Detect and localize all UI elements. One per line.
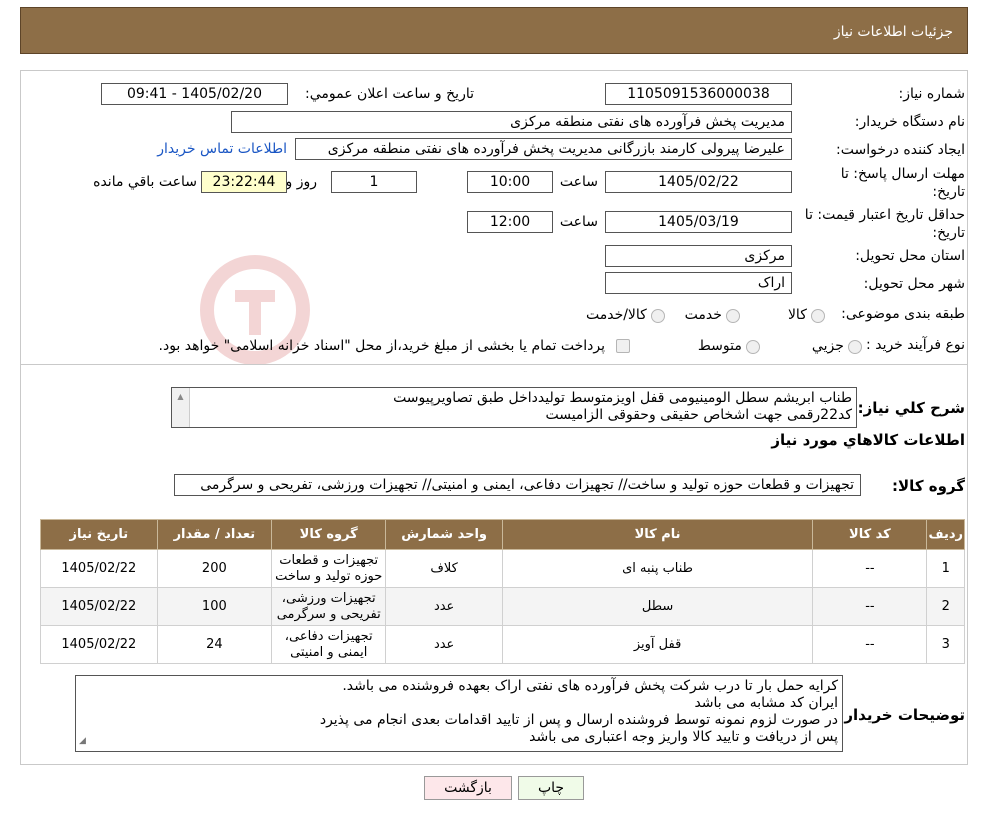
cell-row-number: 2 [926,587,965,626]
cell-need-date: 1405/02/22 [40,625,158,664]
cell-row-number: 1 [926,549,965,588]
print-button[interactable]: چاپ [518,776,584,800]
radio-icon[interactable] [811,308,825,323]
goods-group-label: گروه كالا: [892,477,965,495]
description-label: شرح كلي نياز: [857,399,965,417]
process-radio-medium[interactable]: متوسط [698,338,760,354]
resize-handle-icon[interactable]: ◢ [79,733,86,750]
remaining-label: ساعت باقي مانده [93,174,197,190]
column-header: نام كالا [501,519,814,550]
need-number-label: شماره نیاز: [898,86,966,102]
scrollbar[interactable]: ▲▼ [172,388,190,427]
back-button[interactable]: بازگشت [424,776,512,800]
cell-quantity: 24 [156,625,273,664]
description-textarea[interactable]: ▲▼ طناب ابريشم سطل الومينيومى قفل اويزمت… [171,387,857,428]
cell-group: تجهيزات ورزشى، تفريحى و سرگرمى [270,587,387,626]
deadline-date-field: 1405/02/22 [605,171,792,193]
table-header-row: رديف كد كالا نام كالا واحد شمارش گروه كا… [40,519,965,550]
radio-icon[interactable] [651,308,665,323]
cell-item-name: طناب پنبه اى [501,549,814,588]
cell-unit: كلاف [385,549,503,588]
validity-label: حداقل تاريخ اعتبار قيمت: تا تاريخ: [804,207,965,241]
cell-row-number: 3 [926,625,965,664]
column-header: تاريخ نياز [40,519,158,550]
days-label: روز و [285,174,318,190]
validity-time-label: ساعت [559,214,598,230]
requester-label: ايجاد كننده درخواست: [836,142,965,158]
validity-time-field: 12:00 [467,211,553,233]
table-row: 2 -- سطل عدد تجهيزات ورزشى، تفريحى و سرگ… [40,587,965,626]
process-label: نوع فرآيند خريد : [866,337,965,353]
cell-unit: عدد [385,587,503,626]
column-header: رديف [926,519,965,550]
column-header: تعداد / مقدار [156,519,273,550]
page-header: جزئیات اطلاعات نیاز [20,7,968,54]
cell-item-code: -- [812,587,928,626]
cell-group: تجهيزات و قطعات حوزه توليد و ساخت [270,549,387,588]
cell-item-name: قفل آويز [501,625,814,664]
need-number-field: 1105091536000038 [605,83,792,105]
column-header: گروه كالا [270,519,387,550]
goods-info-title: اطلاعات كالاهاي مورد نياز [771,431,965,449]
deadline-time-label: ساعت [559,174,598,190]
buyer-org-label: نام دستگاه خريدار: [854,114,965,130]
process-checkbox[interactable] [616,338,630,353]
province-field: مركزى [605,245,792,267]
province-label: استان محل تحويل: [855,248,965,264]
radio-icon[interactable] [726,308,740,323]
deadline-time-field: 10:00 [467,171,553,193]
cell-group: تجهيزات دفاعى، ايمنى و امنيتى [270,625,387,664]
cell-item-name: سطل [501,587,814,626]
contact-buyer-link[interactable]: اطلاعات تماس خريدار [157,141,287,157]
remaining-time-field: 23:22:44 [201,171,287,193]
process-note: پرداخت تمام يا بخشى از مبلغ خريد،از محل … [158,338,605,354]
category-radio-goods-service[interactable]: كالا/خدمت [586,307,665,323]
cell-need-date: 1405/02/22 [40,549,158,588]
announce-label: تاريخ و ساعت اعلان عمومي: [305,86,474,102]
cell-item-code: -- [812,549,928,588]
cell-unit: عدد [385,625,503,664]
category-radio-goods[interactable]: كالا [788,307,825,323]
requester-field: عليرضا پيرولى كارمند بازرگانى مديريت پخش… [295,138,792,160]
goods-group-field: تجهيزات و قطعات حوزه توليد و ساخت// تجهي… [174,474,861,496]
table-row: 3 -- قفل آويز عدد تجهيزات دفاعى، ايمنى و… [40,625,965,664]
announce-field: 1405/02/20 - 09:41 [101,83,288,105]
radio-icon[interactable] [848,339,862,354]
checkbox-icon[interactable] [616,338,630,353]
category-radio-service[interactable]: خدمت [685,307,740,323]
buyer-notes-textarea[interactable]: كرايه حمل بار تا درب شركت پخش فرآورده ها… [75,675,843,752]
items-table: رديف كد كالا نام كالا واحد شمارش گروه كا… [40,519,965,664]
radio-icon[interactable] [746,339,760,354]
cell-item-code: -- [812,625,928,664]
table-row: 1 -- طناب پنبه اى كلاف تجهيزات و قطعات ح… [40,549,965,588]
city-field: اراک [605,272,792,294]
cell-need-date: 1405/02/22 [40,587,158,626]
buyer-org-field: مديريت پخش فرآورده هاى نفتى منطقه مركزى [231,111,792,133]
validity-date-field: 1405/03/19 [605,211,792,233]
page-title: جزئیات اطلاعات نیاز [833,24,953,40]
days-field: 1 [331,171,417,193]
cell-quantity: 200 [156,549,273,588]
category-label: طبقه بندى موضوعى: [841,306,965,322]
deadline-label: مهلت ارسال پاسخ: تا تاريخ: [840,166,965,200]
column-header: واحد شمارش [385,519,503,550]
buyer-notes-label: توضيحات خريدار: [838,706,965,724]
cell-quantity: 100 [156,587,273,626]
column-header: كد كالا [812,519,928,550]
city-label: شهر محل تحويل: [863,276,965,292]
process-radio-minor[interactable]: جزيي [812,338,862,354]
